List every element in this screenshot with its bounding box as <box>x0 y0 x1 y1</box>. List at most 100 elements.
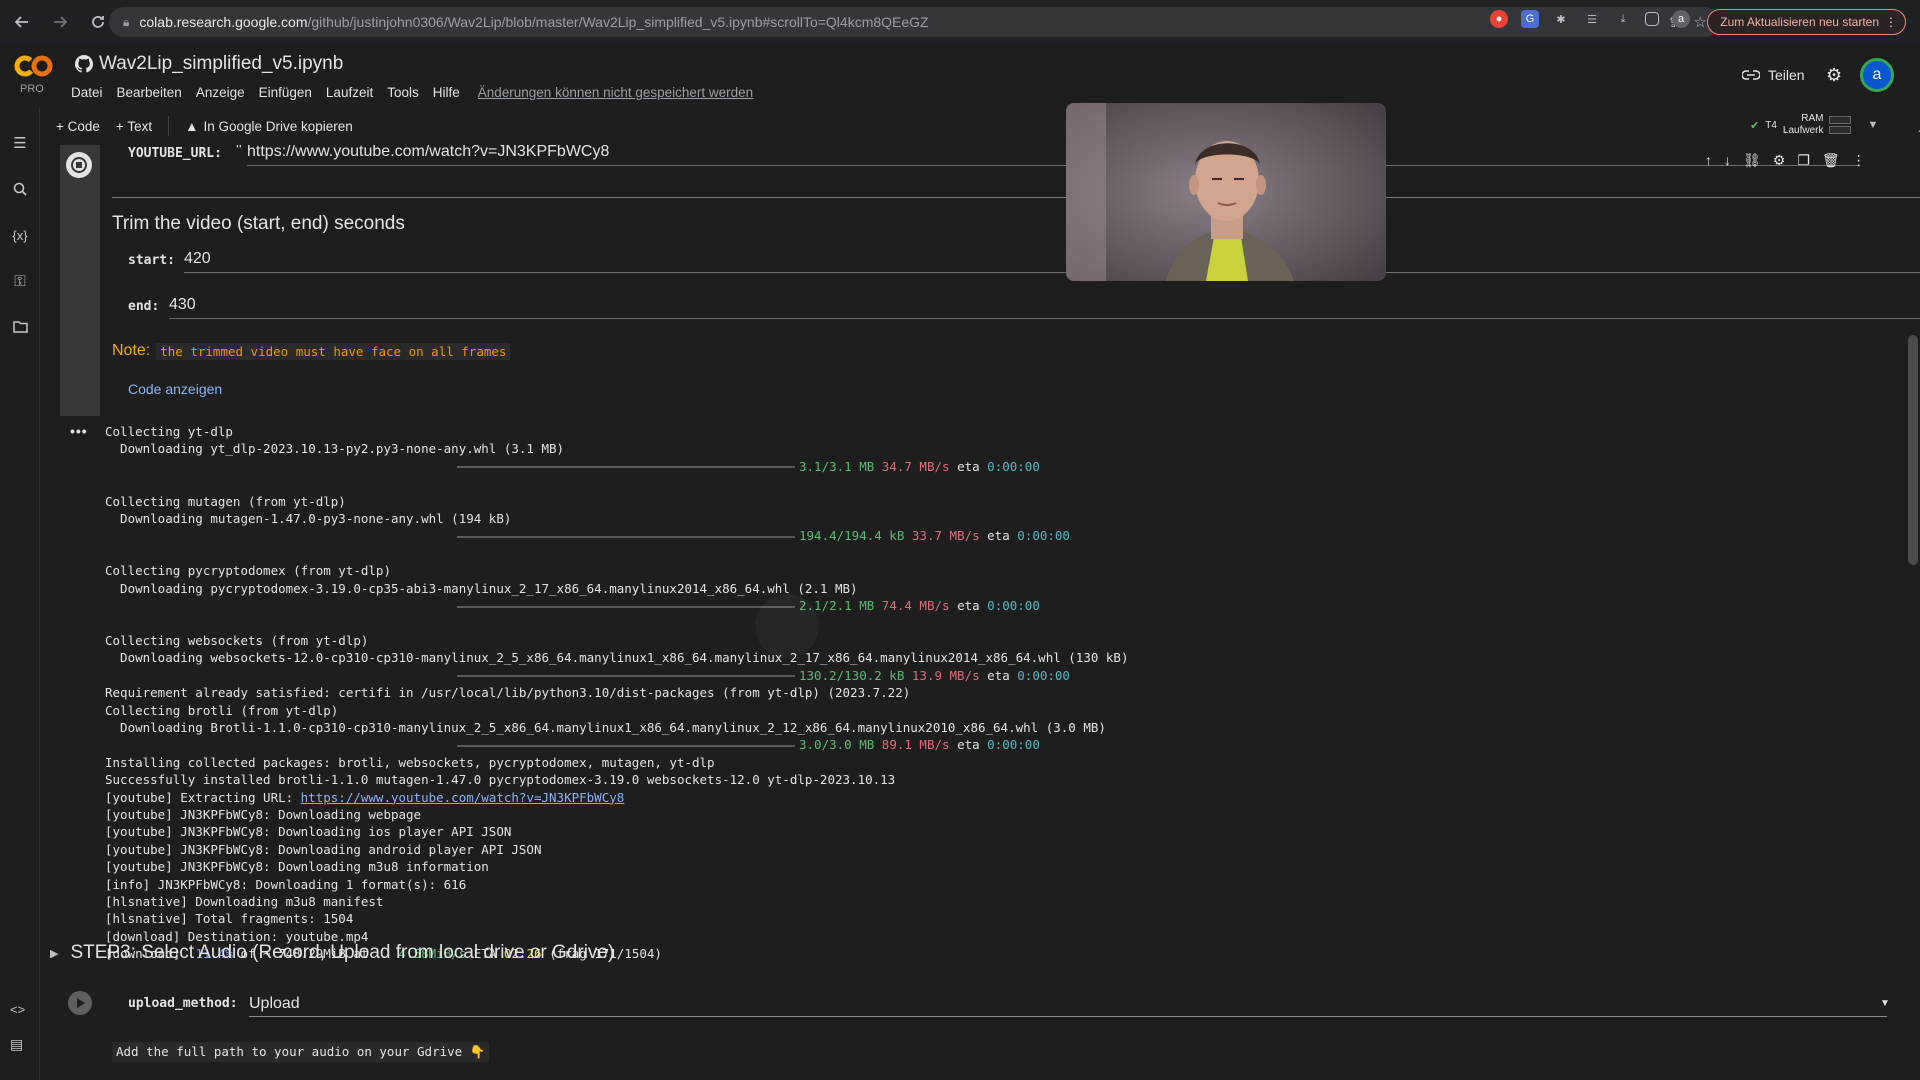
end-input[interactable]: 430 <box>169 296 196 314</box>
output-menu-icon[interactable]: ••• <box>70 423 88 439</box>
output-line: [hlsnative] Total fragments: 1504 <box>105 911 354 927</box>
mirror-cell-icon[interactable]: ❐ <box>1797 152 1810 169</box>
translate-extension-icon[interactable]: G <box>1521 10 1539 28</box>
dropdown-caret-icon[interactable]: ▼ <box>1880 998 1890 1009</box>
variables-icon[interactable]: {x} <box>8 223 32 247</box>
update-restart-button[interactable]: Zum Aktualisieren neu starten ⋮ <box>1707 9 1906 35</box>
disk-usage-bar <box>1829 126 1852 134</box>
progress-eta: 0:00:00 <box>1017 528 1070 544</box>
forward-icon[interactable] <box>44 6 76 38</box>
upload-select-underline <box>249 1016 1887 1017</box>
link-icon <box>1742 70 1760 80</box>
sidepanel-icon[interactable] <box>1645 12 1659 26</box>
delete-cell-icon[interactable]: 🗑︎ <box>1822 152 1840 169</box>
resource-labels: RAM Laufwerk <box>1783 113 1824 137</box>
cell-settings-icon[interactable]: ⚙ <box>1773 152 1786 169</box>
menu-laufzeit[interactable]: Laufzeit <box>326 85 373 100</box>
upload-method-select[interactable]: Upload <box>249 995 300 1013</box>
step3-section-header[interactable]: ▶ STEP3: Select Audio (Record, Upload fr… <box>50 942 614 964</box>
share-label: Teilen <box>1768 67 1805 83</box>
back-icon[interactable] <box>6 6 38 38</box>
menu-bearbeiten[interactable]: Bearbeiten <box>117 85 182 100</box>
cell-gutter <box>60 145 100 416</box>
secrets-key-icon[interactable]: ⚿ <box>8 269 32 293</box>
colab-logo[interactable]: PRO <box>14 53 56 97</box>
terminal-icon[interactable]: ▤ <box>10 1036 23 1053</box>
resource-bars <box>1829 116 1852 134</box>
extension-red-icon[interactable]: ● <box>1490 10 1508 28</box>
share-button[interactable]: Teilen <box>1742 67 1805 83</box>
left-rail: ☰ {x} ⚿ <box>0 107 40 1080</box>
youtube-output-link[interactable]: https://www.youtube.com/watch?v=JN3KPFbW… <box>301 790 625 805</box>
progress-bar <box>457 535 795 538</box>
bookmark-star-icon[interactable]: ☆ <box>1694 13 1707 31</box>
files-folder-icon[interactable] <box>8 315 32 339</box>
menu-anzeige[interactable]: Anzeige <box>196 85 245 100</box>
runtime-indicator[interactable]: ✔ T4 RAM Laufwerk ▼ <box>1750 113 1878 137</box>
update-restart-label: Zum Aktualisieren neu starten <box>1720 15 1879 29</box>
show-code-link[interactable]: Code anzeigen <box>128 381 222 397</box>
table-of-contents-icon[interactable]: ☰ <box>8 131 32 155</box>
youtube-url-input[interactable]: https://www.youtube.com/watch?v=JN3KPFbW… <box>247 145 609 161</box>
step3-heading: STEP3: Select Audio (Record, Upload from… <box>70 942 615 963</box>
menu-tools[interactable]: Tools <box>387 85 419 100</box>
media-queue-icon[interactable]: ☰ <box>1583 10 1601 28</box>
output-line: Downloading mutagen-1.47.0-py3-none-any.… <box>105 511 512 527</box>
browser-toolbar: 🔒︎ colab.research.google.com/github/just… <box>0 0 1920 43</box>
trim-heading: Trim the video (start, end) seconds <box>112 213 405 234</box>
code-snippets-icon[interactable]: <> <box>10 1002 25 1017</box>
runtime-gpu: T4 <box>1765 119 1777 131</box>
progress-size: 194.4/194.4 kB <box>799 528 905 544</box>
output-line: Collecting websockets (from yt-dlp) <box>105 632 369 648</box>
start-input[interactable]: 420 <box>184 250 211 268</box>
ram-label: RAM <box>1801 113 1824 124</box>
expand-caret-icon[interactable]: ▶ <box>50 947 58 960</box>
output-line: [youtube] JN3KPFbWCy8: Downloading m3u8 … <box>105 859 489 875</box>
stop-execution-button[interactable] <box>66 152 92 178</box>
note-text: the trimmed video must have face on all … <box>156 342 511 360</box>
search-icon[interactable] <box>8 177 32 201</box>
progress-speed: 34.7 MB/s <box>881 458 950 474</box>
output-line: [hlsnative] Downloading m3u8 manifest <box>105 893 384 909</box>
output-line: [info] JN3KPFbWCy8: Downloading 1 format… <box>105 876 467 892</box>
download-icon[interactable]: ⤓ <box>1614 10 1632 28</box>
cell-toolbar: ↑ ↓ ⛓ ⚙ ❐ 🗑︎ ⋮ <box>1705 152 1866 169</box>
move-down-icon[interactable]: ↓ <box>1724 152 1731 169</box>
ram-usage-bar <box>1829 116 1852 124</box>
output-line: Collecting yt-dlp <box>105 424 233 439</box>
progress-speed: 89.1 MB/s <box>881 737 950 753</box>
puzzle-extensions-icon[interactable]: ✱ <box>1552 10 1570 28</box>
browser-menu-icon[interactable]: ⋮ <box>1885 15 1897 29</box>
link-cell-icon[interactable]: ⛓ <box>1743 152 1761 169</box>
user-avatar[interactable]: a <box>1860 58 1894 92</box>
eta-label: eta <box>957 737 980 753</box>
add-code-button[interactable]: + Code <box>56 119 100 134</box>
output-line: Requirement already satisfied: certifi i… <box>105 685 911 701</box>
menu-einfuegen[interactable]: Einfügen <box>259 85 312 100</box>
output-line: Downloading websockets-12.0-cp310-cp310-… <box>105 650 1129 666</box>
chevron-down-icon[interactable]: ▼ <box>1867 119 1878 131</box>
browser-profile-icon[interactable]: a <box>1672 10 1690 28</box>
move-up-icon[interactable]: ↑ <box>1705 152 1712 169</box>
colab-header: PRO Wav2Lip_simplified_v5.ipynb Datei Be… <box>0 43 1920 107</box>
output-line: Collecting brotli (from yt-dlp) <box>105 702 339 718</box>
run-cell-button[interactable] <box>68 991 92 1015</box>
start-underline <box>184 272 1920 273</box>
url-path: /github/justinjohn0306/Wav2Lip/blob/mast… <box>307 14 929 30</box>
address-bar[interactable]: 🔒︎ colab.research.google.com/github/just… <box>109 7 1719 37</box>
menu-hilfe[interactable]: Hilfe <box>433 85 460 100</box>
add-text-button[interactable]: + Text <box>116 119 152 134</box>
pro-badge: PRO <box>20 83 44 95</box>
copy-to-drive-button[interactable]: ▲ In Google Drive kopieren <box>185 119 353 134</box>
stop-icon <box>71 157 87 173</box>
menu-datei[interactable]: Datei <box>71 85 103 100</box>
cell-more-icon[interactable]: ⋮ <box>1852 152 1866 169</box>
output-line: Downloading Brotli-1.1.0-cp310-cp310-man… <box>105 719 1106 735</box>
progress-eta: 0:00:00 <box>987 737 1040 753</box>
output-line: Installing collected packages: brotli, w… <box>105 754 715 770</box>
progress-speed: 33.7 MB/s <box>911 528 980 544</box>
scrollbar[interactable] <box>1908 335 1918 565</box>
settings-gear-icon[interactable]: ⚙ <box>1826 65 1842 86</box>
notebook-title[interactable]: Wav2Lip_simplified_v5.ipynb <box>75 53 343 75</box>
unsaved-changes-link[interactable]: Änderungen können nicht gespeichert werd… <box>478 85 753 100</box>
